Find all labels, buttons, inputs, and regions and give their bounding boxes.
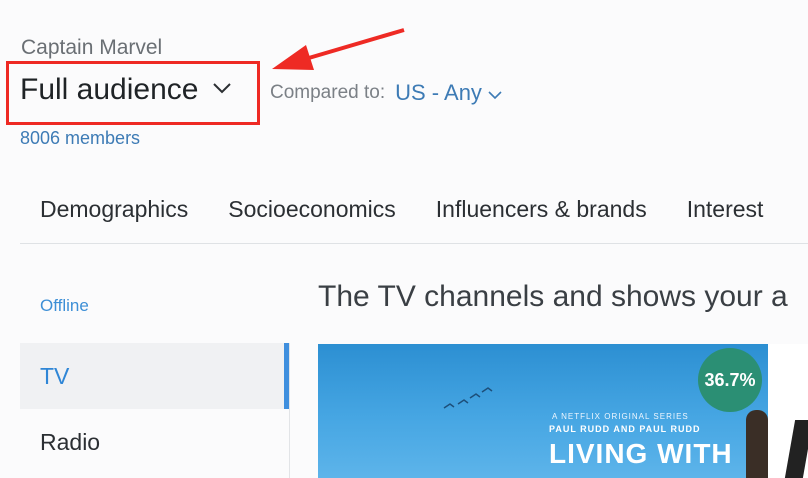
page-subtitle: Captain Marvel	[21, 36, 163, 59]
divider	[20, 243, 808, 244]
poster-names: PAUL RUDD AND PAUL RUDD	[549, 424, 701, 434]
compared-dropdown[interactable]: US - Any	[395, 80, 502, 106]
sidebar-item-label: TV	[40, 362, 70, 389]
section-heading: The TV channels and shows your a	[318, 280, 788, 313]
tab-interest[interactable]: Interest	[687, 196, 764, 223]
compared-label: Compared to:	[270, 82, 386, 103]
members-link[interactable]: 8006 members	[20, 128, 140, 149]
poster-tagline: A NETFLIX ORIGINAL SERIES	[552, 412, 689, 421]
tab-bar: Demographics Socioeconomics Influencers …	[20, 196, 803, 223]
audience-dropdown[interactable]: Full audience	[20, 73, 232, 107]
tab-demographics[interactable]: Demographics	[40, 196, 188, 223]
audience-label: Full audience	[20, 73, 199, 106]
tab-influencers-brands[interactable]: Influencers & brands	[436, 196, 647, 223]
chevron-down-icon	[212, 81, 232, 99]
sidebar-section-label: Offline	[40, 296, 89, 315]
poster-title: LIVING WITH	[549, 438, 733, 469]
birds-image	[443, 387, 493, 409]
arrow-icon	[272, 28, 405, 70]
divider	[289, 343, 290, 478]
tab-socioeconomics[interactable]: Socioeconomics	[228, 196, 395, 223]
sidebar-item-label: Radio	[40, 428, 101, 455]
sidebar-item-tv[interactable]: TV	[20, 343, 290, 409]
poster-figure	[746, 410, 768, 478]
chevron-down-icon	[488, 80, 502, 106]
percent-badge: 36.7%	[698, 348, 762, 412]
compared-value: US - Any	[395, 80, 482, 105]
compared-to: Compared to: US - Any	[270, 80, 502, 106]
sidebar-item-radio[interactable]: Radio	[20, 409, 290, 475]
